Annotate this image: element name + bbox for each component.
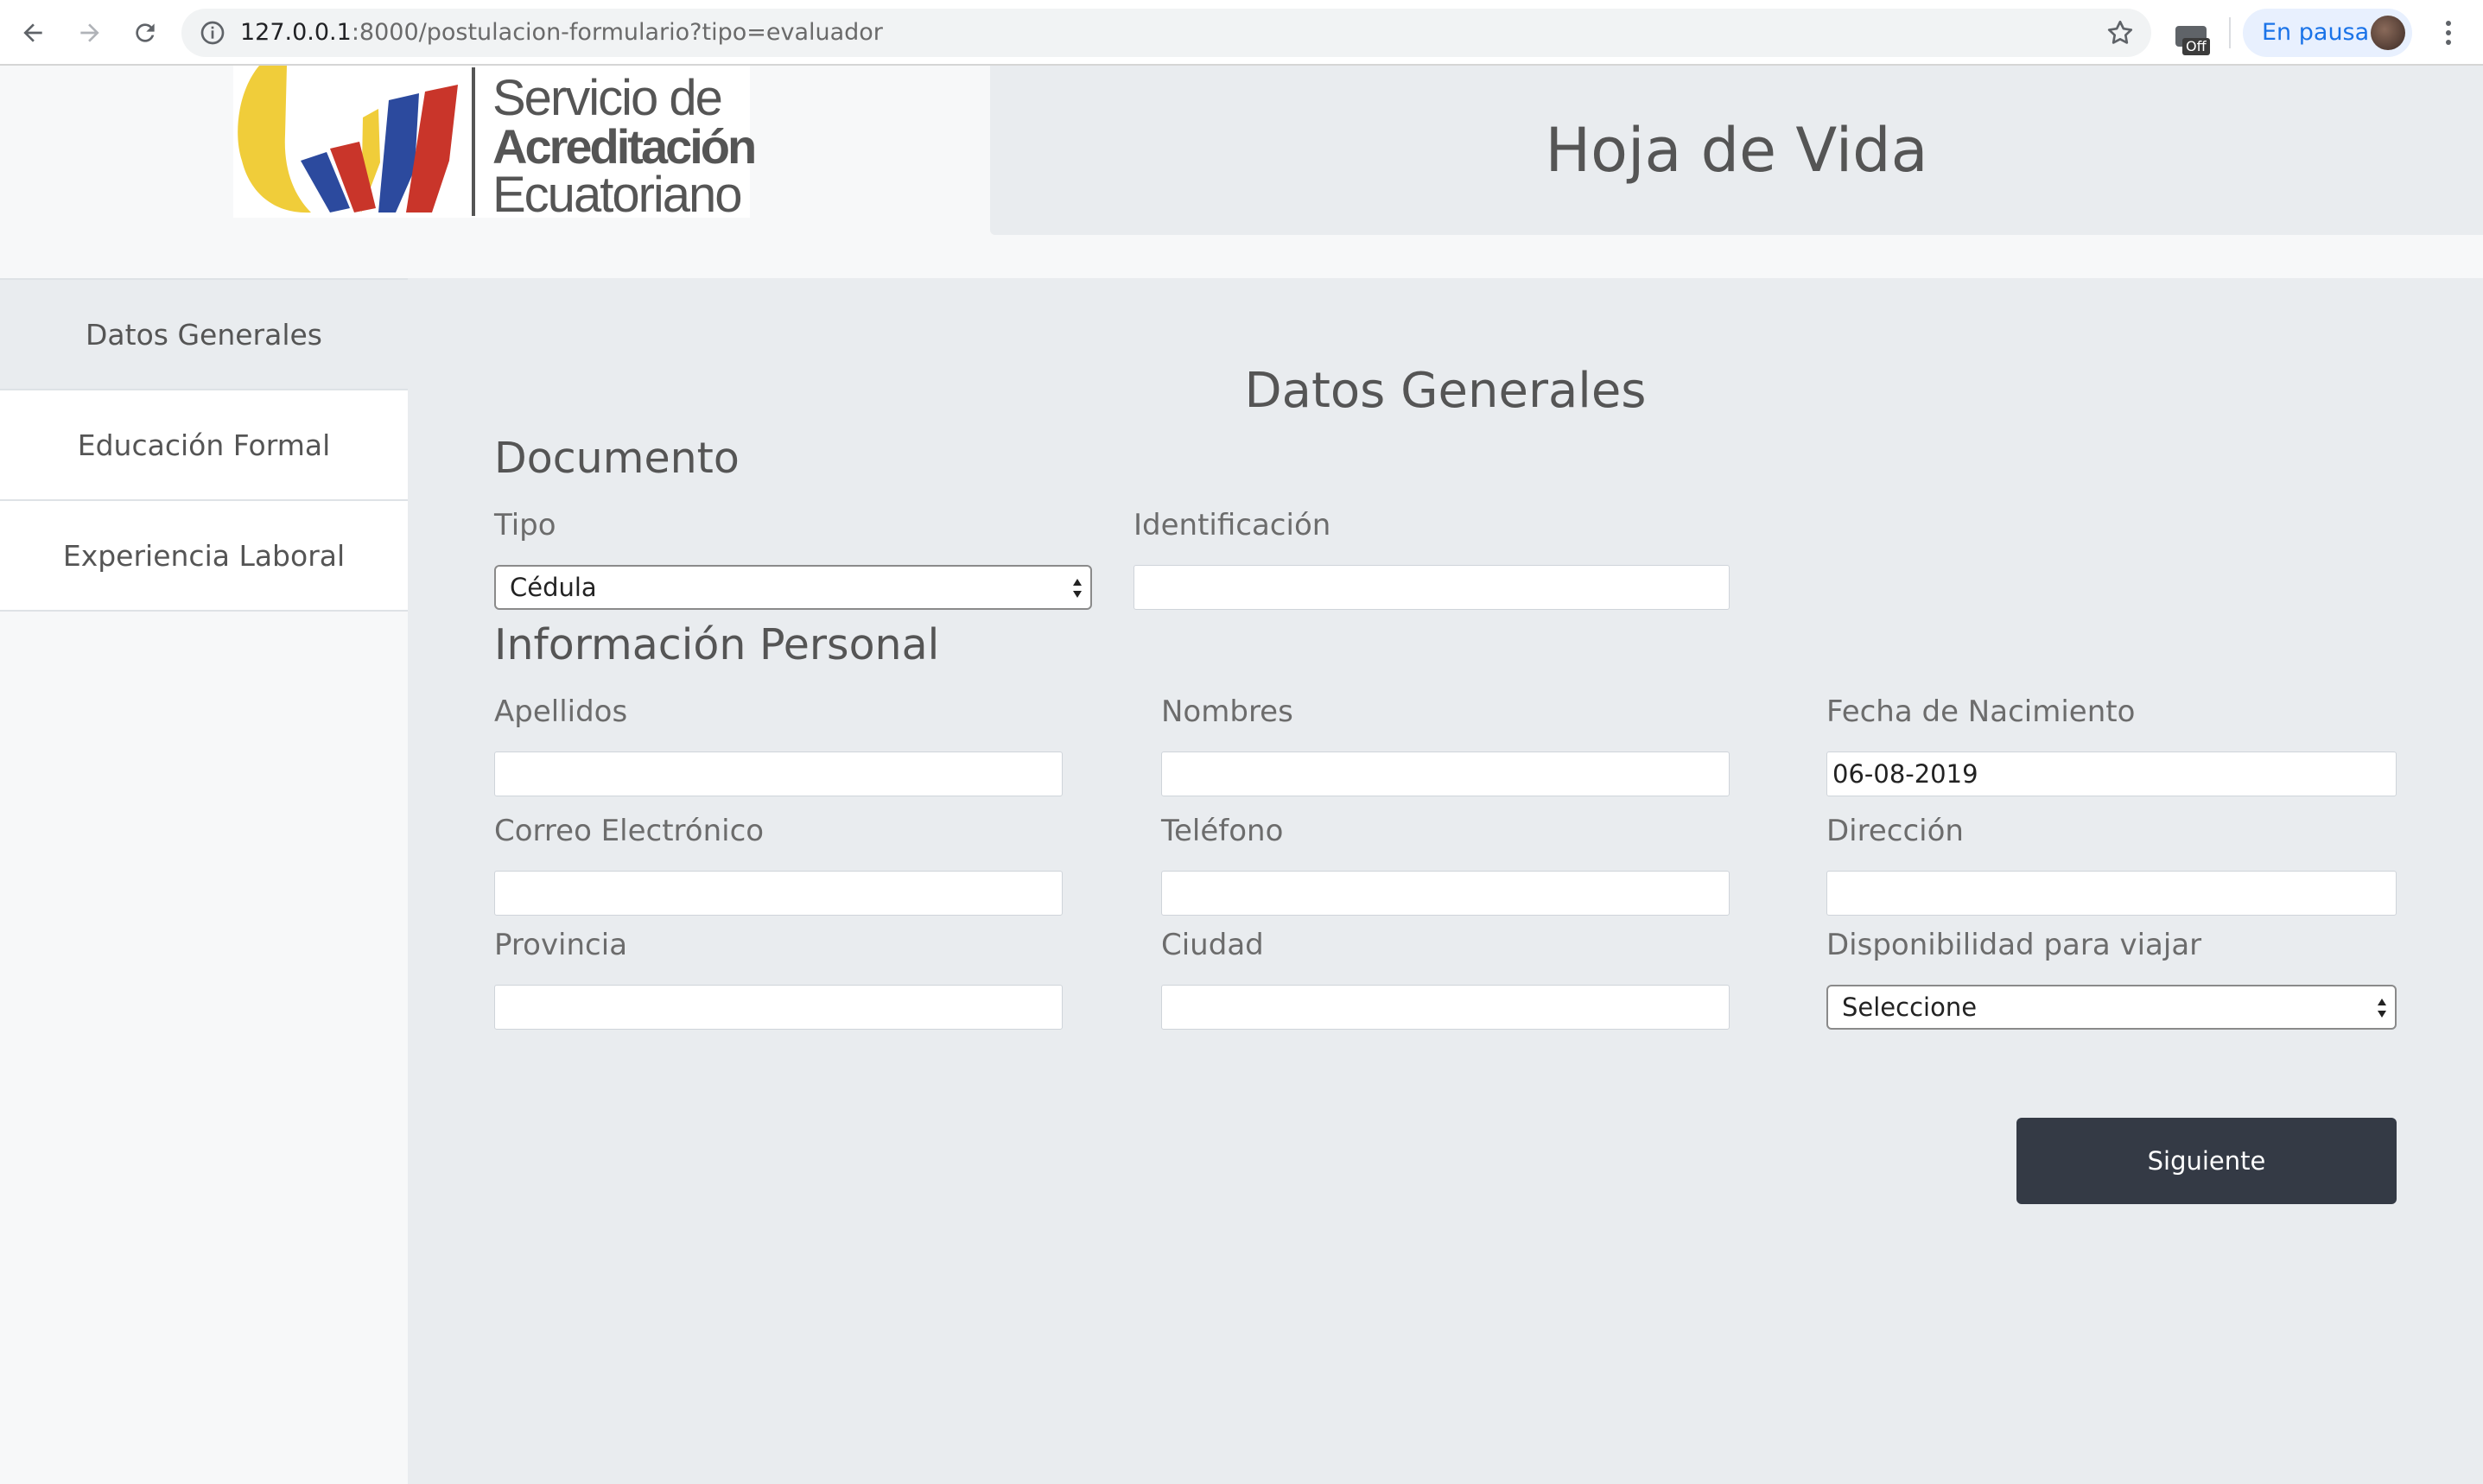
direccion-input[interactable] xyxy=(1826,871,2397,916)
apellidos-input[interactable] xyxy=(494,752,1063,796)
telefono-input[interactable] xyxy=(1161,871,1730,916)
url-text: 127.0.0.1:8000/postulacion-formulario?ti… xyxy=(240,19,883,46)
select-arrows-icon xyxy=(2378,999,2386,1018)
direccion-label: Dirección xyxy=(1826,814,1964,848)
sidebar-item-datos-generales[interactable]: Datos Generales xyxy=(0,280,408,390)
form-heading: Datos Generales xyxy=(1244,363,1647,419)
forward-button[interactable] xyxy=(73,16,107,50)
reload-button[interactable] xyxy=(128,16,162,50)
fecha-nacimiento-input[interactable]: 06-08-2019 xyxy=(1826,752,2397,796)
address-bar[interactable]: 127.0.0.1:8000/postulacion-formulario?ti… xyxy=(181,9,2151,57)
nombres-input[interactable] xyxy=(1161,752,1730,796)
provincia-input[interactable] xyxy=(494,985,1063,1030)
disponibilidad-viajar-label: Disponibilidad para viajar xyxy=(1826,928,2202,962)
bookmark-star-icon[interactable] xyxy=(2105,17,2136,48)
avatar xyxy=(2371,16,2405,50)
provincia-label: Provincia xyxy=(494,928,628,962)
logo: Servicio de Acreditación Ecuatoriano xyxy=(233,66,757,220)
logo-emblem xyxy=(238,66,458,213)
dot-icon xyxy=(2446,21,2451,26)
sidebar-item-educacion-formal[interactable]: Educación Formal xyxy=(0,390,408,501)
browser-menu-button[interactable] xyxy=(2431,16,2466,50)
section-title-informacion-personal: Información Personal xyxy=(494,620,940,669)
siguiente-button[interactable]: Siguiente xyxy=(2016,1118,2397,1204)
page-title-box: Hoja de Vida xyxy=(990,66,2483,235)
tipo-select[interactable]: Cédula xyxy=(494,565,1092,610)
apellidos-label: Apellidos xyxy=(494,694,628,729)
form-panel: Datos Generales Documento Tipo Cédula Id… xyxy=(408,278,2483,1484)
identificacion-input[interactable] xyxy=(1134,565,1730,610)
extension-button[interactable]: Off xyxy=(2175,22,2213,57)
sidebar-item-experiencia-laboral[interactable]: Experiencia Laboral xyxy=(0,501,408,612)
ciudad-input[interactable] xyxy=(1161,985,1730,1030)
dot-icon xyxy=(2446,30,2451,35)
nombres-label: Nombres xyxy=(1161,694,1293,729)
logo-divider xyxy=(472,67,475,216)
page-title: Hoja de Vida xyxy=(1545,115,1928,186)
arrow-left-icon xyxy=(23,23,42,42)
page-header: Servicio de Acreditación Ecuatoriano Hoj… xyxy=(0,66,2483,278)
back-button[interactable] xyxy=(16,16,50,50)
arrow-right-icon xyxy=(80,23,99,42)
toolbar-divider xyxy=(2229,17,2231,48)
identificacion-label: Identificación xyxy=(1134,508,1331,542)
info-icon[interactable] xyxy=(199,19,226,47)
tipo-select-value: Cédula xyxy=(510,573,597,602)
logo-wordmark: Servicio de Acreditación Ecuatoriano xyxy=(492,70,757,223)
fecha-nacimiento-label: Fecha de Nacimiento xyxy=(1826,694,2136,729)
extension-badge: Off xyxy=(2182,38,2210,55)
disponibilidad-viajar-select[interactable]: Seleccione xyxy=(1826,985,2397,1030)
profile-button[interactable]: En pausa xyxy=(2243,9,2412,57)
reload-icon xyxy=(136,23,155,42)
disponibilidad-viajar-value: Seleccione xyxy=(1842,993,1978,1022)
dot-icon xyxy=(2446,40,2451,45)
profile-status-label: En pausa xyxy=(2262,19,2370,46)
ciudad-label: Ciudad xyxy=(1161,928,1264,962)
tipo-label: Tipo xyxy=(494,508,556,542)
section-title-documento: Documento xyxy=(494,434,740,483)
sidebar: Datos Generales Educación Formal Experie… xyxy=(0,278,408,1484)
telefono-label: Teléfono xyxy=(1161,814,1284,848)
browser-toolbar: 127.0.0.1:8000/postulacion-formulario?ti… xyxy=(0,0,2483,66)
correo-label: Correo Electrónico xyxy=(494,814,765,848)
correo-input[interactable] xyxy=(494,871,1063,916)
select-arrows-icon xyxy=(1073,579,1082,598)
